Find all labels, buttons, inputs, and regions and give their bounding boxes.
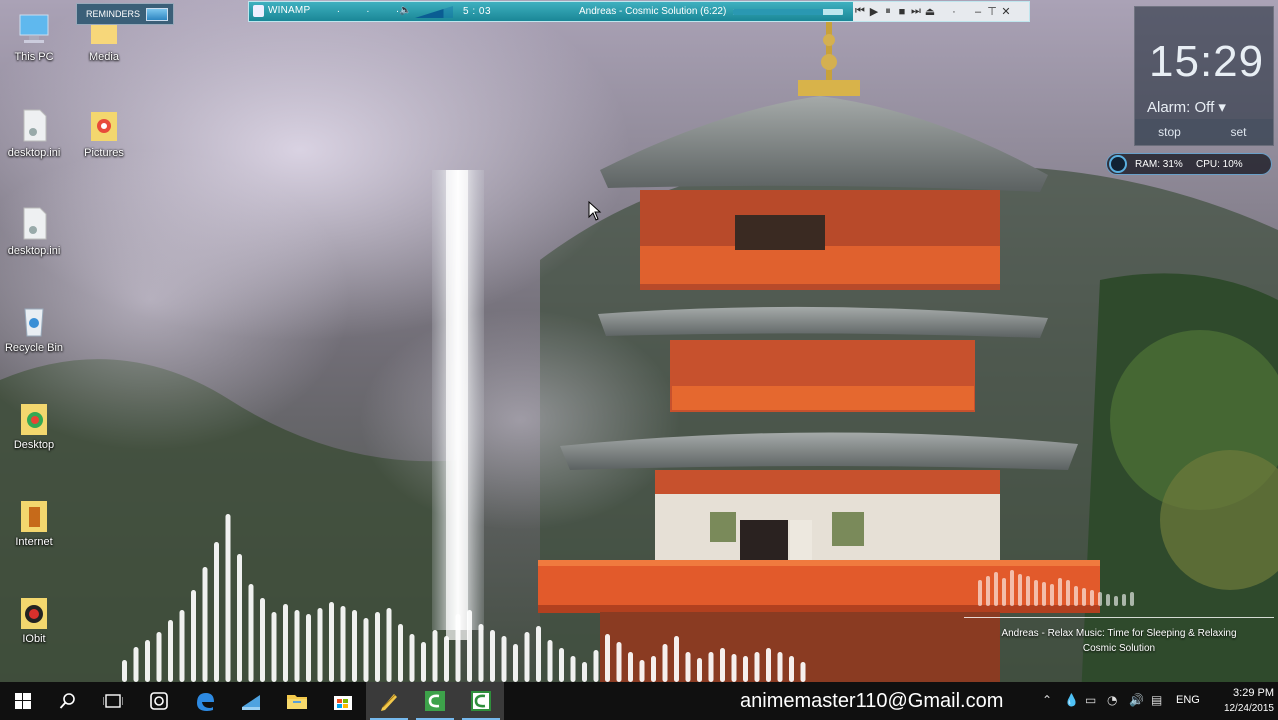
wifi-icon[interactable]: ◔ bbox=[1107, 693, 1117, 707]
taskbar-clock[interactable]: 3:29 PM 12/24/2015 bbox=[1210, 686, 1274, 716]
desktop-icon-label: Pictures bbox=[84, 147, 124, 159]
winamp-title: WINAMP bbox=[268, 5, 311, 16]
volume-slider[interactable] bbox=[415, 6, 453, 18]
task-view-button[interactable] bbox=[90, 682, 136, 720]
search-button[interactable] bbox=[45, 682, 91, 720]
desktop-icon-desktop[interactable]: Desktop bbox=[0, 400, 68, 452]
desktop-icon-recycle-bin[interactable]: Recycle Bin bbox=[0, 303, 68, 355]
ram-usage: RAM: 31% bbox=[1135, 159, 1183, 170]
start-button[interactable] bbox=[0, 682, 46, 720]
desktop-icon-label: Recycle Bin bbox=[4, 342, 64, 354]
taskbar-edge[interactable] bbox=[182, 682, 228, 720]
clock-gadget: 15:29 Alarm: Off ▾ stop set bbox=[1134, 6, 1274, 146]
desktop-icon-internet[interactable]: Internet bbox=[0, 497, 68, 549]
camtasia-icon-2 bbox=[471, 691, 491, 711]
seek-bar-fill bbox=[733, 9, 824, 15]
winamp-logo-icon bbox=[253, 5, 264, 17]
task-view-icon bbox=[103, 694, 123, 708]
winamp-elapsed-time: 5 : 03 bbox=[463, 6, 492, 17]
speaker-icon[interactable]: 🔊 bbox=[1129, 693, 1144, 707]
desktop-icon-pictures[interactable]: Pictures bbox=[70, 108, 138, 160]
edge-icon bbox=[197, 693, 214, 711]
taskbar: animemaster110@Gmail.com ⌃ 💧 ▭ ◔ 🔊 ▤ ENG… bbox=[0, 682, 1278, 720]
desktop-icon-label: Media bbox=[89, 51, 119, 63]
minimize-icon[interactable]: – bbox=[971, 6, 985, 18]
eject-icon[interactable]: ⏏ bbox=[923, 5, 937, 18]
file-explorer-icon bbox=[287, 695, 307, 709]
settings-file-icon bbox=[18, 206, 50, 242]
menu-dot-icon[interactable]: · bbox=[947, 6, 961, 18]
app-circle-icon bbox=[150, 692, 168, 710]
desktop-icon-desktop-ini-2[interactable]: desktop.ini bbox=[0, 206, 68, 258]
folder-icon bbox=[18, 497, 50, 533]
desktop-icon-label: Internet bbox=[15, 536, 53, 548]
action-center-icon[interactable]: ▤ bbox=[1151, 693, 1162, 707]
next-icon[interactable]: ⏭ bbox=[909, 5, 923, 18]
reminders-gadget[interactable]: REMINDERS bbox=[76, 3, 174, 25]
now-playing-info: Andreas - Relax Music: Time for Sleeping… bbox=[964, 617, 1274, 656]
desktop-icon-desktop-ini[interactable]: desktop.ini bbox=[0, 108, 68, 160]
winamp-player[interactable]: WINAMP . . . 🔈 5 : 03 Andreas - Cosmic S… bbox=[248, 1, 1030, 22]
taskbar-app-pen[interactable] bbox=[366, 682, 412, 720]
winamp-controls: ⏮ ▶ ⏸ ■ ⏭ ⏏ · – ⊤ ✕ bbox=[853, 2, 1029, 21]
desktop-icon-this-pc[interactable]: This PC bbox=[0, 12, 68, 64]
winamp-song-title: Andreas - Cosmic Solution (6:22) bbox=[579, 6, 727, 17]
taskbar-time: 3:29 PM bbox=[1233, 687, 1274, 699]
droplet-icon[interactable]: 💧 bbox=[1064, 693, 1079, 707]
taskbar-camtasia[interactable] bbox=[412, 682, 458, 720]
watermark-email: animemaster110@Gmail.com bbox=[740, 690, 1004, 712]
stop-icon[interactable]: ■ bbox=[895, 6, 909, 18]
taskbar-app-blue[interactable] bbox=[228, 682, 274, 720]
play-icon[interactable]: ▶ bbox=[867, 5, 881, 18]
alarm-dropdown[interactable]: Alarm: Off ▾ bbox=[1147, 98, 1226, 116]
taskbar-file-explorer[interactable] bbox=[274, 682, 320, 720]
folder-icon bbox=[18, 594, 50, 630]
alarm-stop-button[interactable]: stop bbox=[1135, 119, 1204, 145]
winamp-seek-bar[interactable] bbox=[733, 9, 843, 15]
system-monitor-gadget: RAM: 31% CPU: 10% bbox=[1106, 153, 1272, 175]
now-playing-artist: Cosmic Solution bbox=[1082, 643, 1156, 654]
taskbar-app-circle[interactable] bbox=[136, 682, 182, 720]
desktop-icon-label: IObit bbox=[22, 633, 46, 645]
cpu-usage: CPU: 10% bbox=[1196, 159, 1243, 170]
folder-icon bbox=[88, 108, 120, 144]
maximize-icon[interactable]: ⊤ bbox=[985, 5, 999, 18]
system-tray: ⌃ 💧 ▭ ◔ 🔊 ▤ ENG 3:29 PM 12/24/2015 bbox=[1038, 682, 1278, 720]
computer-icon bbox=[18, 12, 50, 48]
folder-icon bbox=[18, 400, 50, 436]
input-language[interactable]: ENG bbox=[1176, 694, 1200, 706]
store-icon bbox=[334, 696, 352, 710]
desktop-icon-label: desktop.ini bbox=[7, 147, 61, 159]
battery-icon[interactable]: ▭ bbox=[1085, 693, 1096, 707]
taskbar-date: 12/24/2015 bbox=[1223, 703, 1274, 714]
taskbar-store[interactable] bbox=[320, 682, 366, 720]
taskbar-camtasia-2[interactable] bbox=[458, 682, 504, 720]
desktop-icon-label: Desktop bbox=[13, 439, 55, 451]
system-monitor-icon bbox=[1109, 155, 1127, 173]
pause-icon[interactable]: ⏸ bbox=[881, 5, 895, 18]
alarm-set-button[interactable]: set bbox=[1204, 119, 1273, 145]
desktop-icon-label: This PC bbox=[14, 51, 54, 63]
app-blue-icon bbox=[242, 695, 260, 710]
show-hidden-icons-icon[interactable]: ⌃ bbox=[1042, 693, 1052, 707]
close-icon[interactable]: ✕ bbox=[999, 5, 1013, 18]
desktop-icon-label: desktop.ini bbox=[7, 245, 61, 257]
clock-time: 15:29 bbox=[1149, 37, 1265, 86]
reminders-open-button[interactable] bbox=[146, 8, 168, 21]
camtasia-icon bbox=[425, 691, 445, 711]
previous-icon[interactable]: ⏮ bbox=[853, 5, 867, 18]
recycle-bin-icon bbox=[18, 303, 50, 339]
now-playing-title: Andreas - Relax Music: Time for Sleeping… bbox=[1001, 628, 1237, 639]
clock-actions: stop set bbox=[1135, 119, 1273, 145]
reminders-label: REMINDERS bbox=[86, 9, 141, 19]
mouse-cursor-icon bbox=[588, 201, 602, 221]
start-icon bbox=[15, 693, 31, 709]
settings-file-icon bbox=[18, 108, 50, 144]
volume-icon[interactable]: 🔈 bbox=[399, 5, 411, 16]
desktop-wallpaper bbox=[0, 0, 1278, 720]
app-pen-icon bbox=[381, 694, 397, 711]
search-icon bbox=[59, 693, 75, 709]
desktop-icon-iobit[interactable]: IObit bbox=[0, 594, 68, 646]
